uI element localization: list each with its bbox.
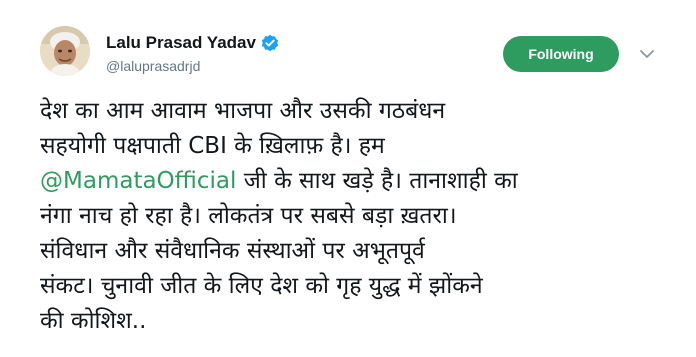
chevron-down-icon[interactable] (638, 46, 656, 60)
tweet-line: देश का आम आवाम भाजपा और उसकी गठबंधन (40, 98, 446, 124)
tweet-card: Lalu Prasad Yadav @laluprasadrjd Followi… (0, 0, 696, 357)
author-name-row: Lalu Prasad Yadav (106, 32, 279, 54)
author-avatar[interactable] (40, 26, 90, 76)
mention-link[interactable]: @MamataOfficial (40, 168, 236, 194)
author-display-name[interactable]: Lalu Prasad Yadav (106, 32, 256, 54)
tweet-line: संविधान और संवैधानिक संस्थाओं पर अभूतपूर… (40, 238, 425, 264)
avatar-image (40, 26, 90, 76)
tweet-line: सहयोगी पक्षपाती CBI के ख़िलाफ़ है। हम (40, 133, 385, 159)
tweet-line-text: जी के साथ खड़े है। तानाशाही का (236, 168, 518, 194)
author-block: Lalu Prasad Yadav @laluprasadrjd (106, 32, 279, 76)
tweet-line: नंगा नाच हो रहा है। लोकतंत्र पर सबसे बड़… (40, 203, 457, 229)
tweet-text: देश का आम आवाम भाजपा और उसकी गठबंधन सहयो… (40, 94, 670, 339)
following-button[interactable]: Following (503, 36, 619, 72)
tweet-line: संकट। चुनावी जीत के लिए देश को गृह युद्ध… (40, 273, 483, 299)
tweet-line: की कोशिश.. (40, 308, 147, 334)
author-handle[interactable]: @laluprasadrjd (106, 56, 279, 76)
verified-badge-icon (261, 34, 279, 52)
tweet-line: @MamataOfficial जी के साथ खड़े है। तानाश… (40, 164, 670, 199)
